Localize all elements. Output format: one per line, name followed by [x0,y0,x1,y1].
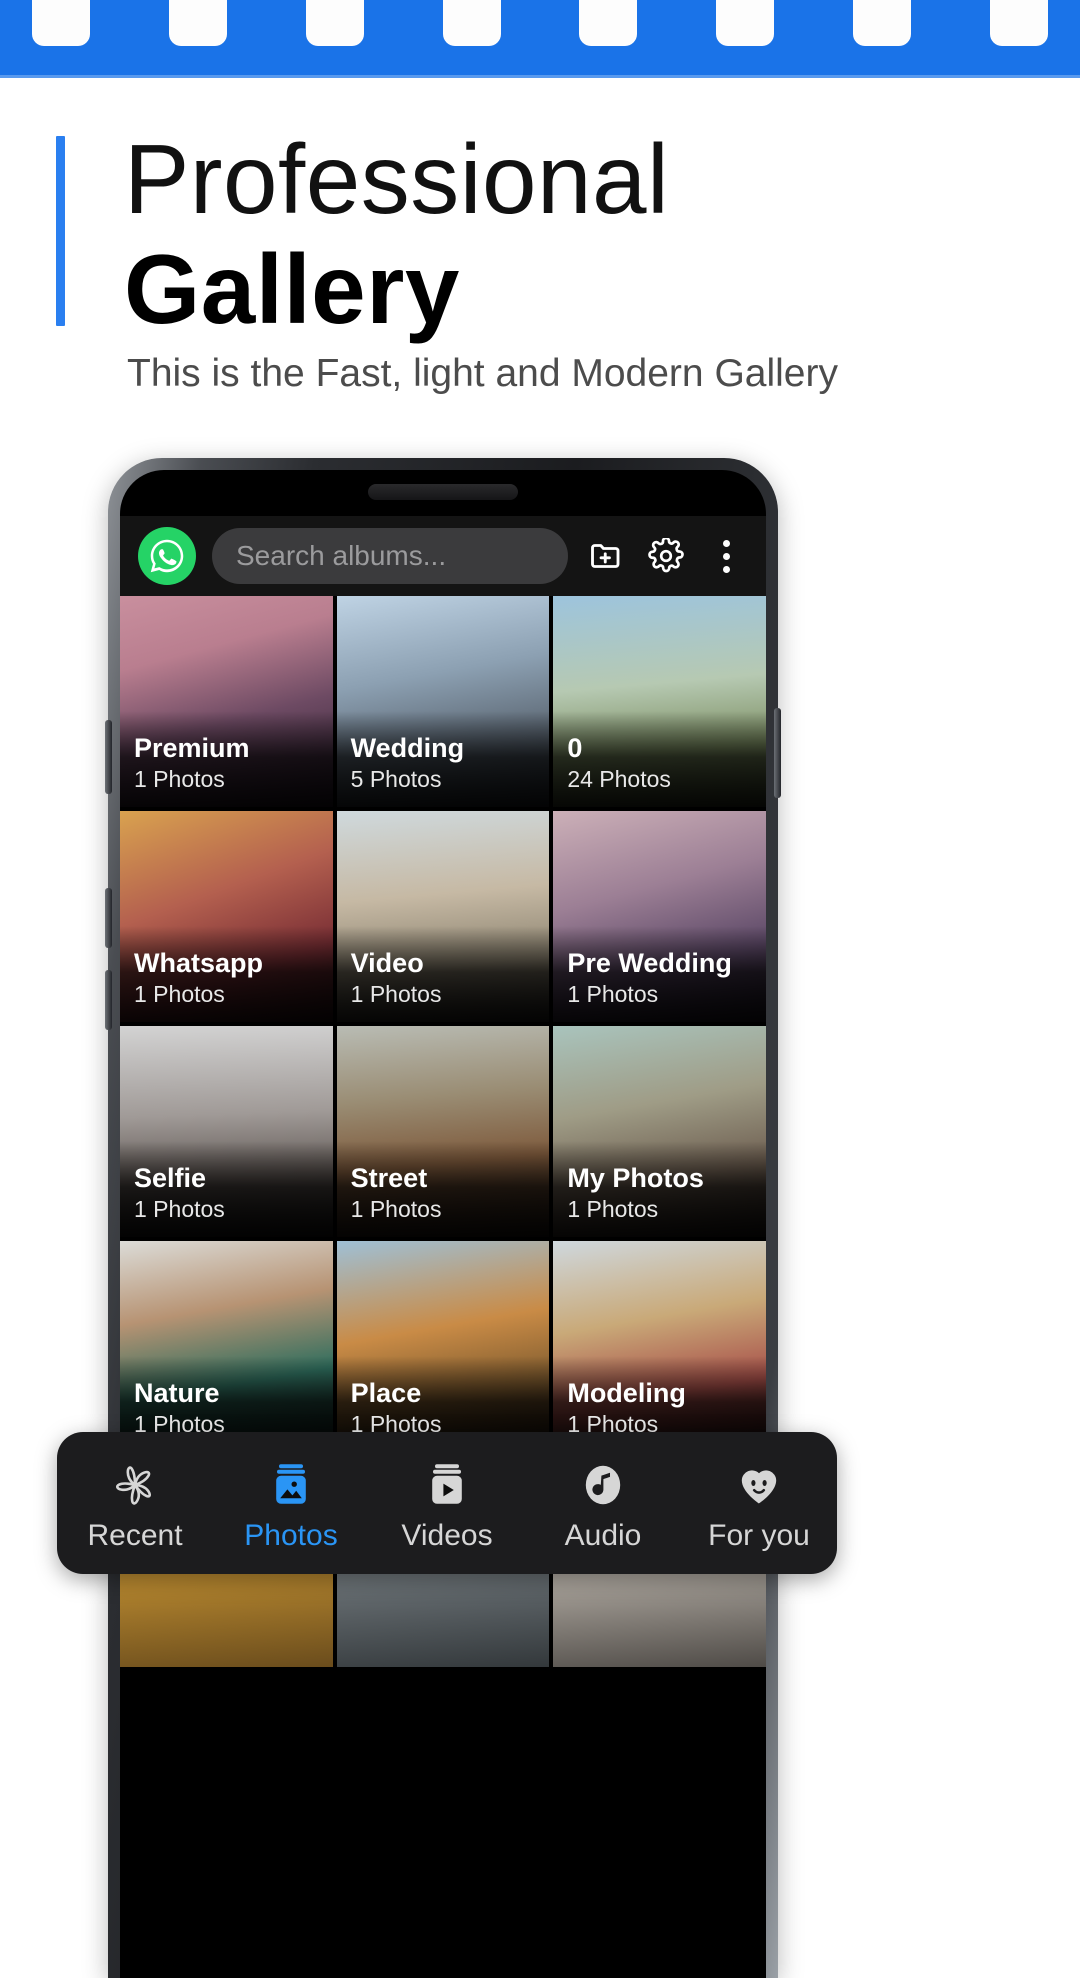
image-icon [267,1453,315,1509]
phone-button-left-volume-up[interactable] [105,720,112,794]
earpiece-speaker [368,484,518,500]
album-tile[interactable]: Wedding 5 Photos [336,596,550,807]
album-meta: Pre Wedding 1 Photos [567,948,732,1010]
album-photo-count: 1 Photos [350,1196,442,1223]
album-name: Selfie [134,1163,207,1194]
album-tile[interactable]: Modeling 1 Photos [553,1241,766,1452]
album-name: Modeling [567,1378,686,1409]
page-title-line2: Gallery [124,234,460,344]
album-tile[interactable]: 0 24 Photos [553,596,766,807]
album-photo-count: 1 Photos [567,1196,659,1223]
album-tile[interactable]: Nature 1 Photos [120,1241,333,1452]
phone-button-left-extra[interactable] [105,970,112,1030]
search-placeholder: Search albums... [236,540,447,571]
banner-bottom-edge [0,75,1080,78]
album-name: Whatsapp [134,948,264,979]
album-name: Nature [134,1378,220,1409]
nav-item-videos[interactable]: Videos [369,1453,525,1553]
album-meta: Nature 1 Photos [134,1378,225,1440]
nav-item-label: Recent [87,1519,183,1552]
nav-item-label: Audio [564,1519,642,1552]
bottom-navigation-bar: Recent Photos Videos Audio For you [57,1432,837,1574]
album-tile[interactable]: Premium 1 Photos [120,596,333,807]
album-photo-count: 24 Photos [567,766,671,793]
album-meta: Video 1 Photos [351,948,442,1010]
album-tile[interactable]: My Photos 1 Photos [553,1026,766,1237]
kebab-dot [722,552,730,560]
nav-item-for-you[interactable]: For you [681,1453,837,1553]
perforation [442,0,501,46]
phone-button-right-power[interactable] [774,708,781,798]
album-photo-count: 5 Photos [350,766,442,793]
more-options-icon[interactable] [704,534,748,578]
screen-bottom-edge [120,1966,766,1978]
album-photo-count: 1 Photos [567,981,659,1008]
album-tile[interactable]: Video 1 Photos [336,811,550,1022]
album-name: Place [350,1378,422,1409]
album-tile[interactable]: Place 1 Photos [336,1241,550,1452]
film-strip-banner [0,0,1080,78]
album-name: 0 [567,733,583,764]
album-name: Premium [134,733,250,764]
perforation [716,0,775,46]
perforation [579,0,638,46]
album-name: Pre Wedding [567,948,732,979]
accent-bar [56,136,65,326]
phone-button-left-volume-down[interactable] [105,888,112,948]
nav-item-label: Videos [401,1519,493,1552]
album-tile[interactable]: Whatsapp 1 Photos [120,811,333,1022]
whatsapp-icon[interactable] [138,527,196,585]
kebab-dots [711,539,741,573]
flower-icon [111,1453,159,1509]
album-meta: Premium 1 Photos [134,733,250,795]
add-folder-icon[interactable] [584,534,628,578]
nav-item-photos[interactable]: Photos [213,1453,369,1553]
album-tile[interactable]: Street 1 Photos [336,1026,550,1237]
perforation [305,0,364,46]
album-meta: 0 24 Photos [567,733,671,795]
kebab-dot [722,565,730,573]
perforation [989,0,1048,46]
phone-mockup: Search albums... Premium 1 Photos Weddin… [105,458,781,1978]
perforation-row [0,0,1080,46]
kebab-dot [722,539,730,547]
headline-block: Professional Gallery [0,124,1080,358]
app-toolbar: Search albums... [120,516,766,596]
heart-face-icon [735,1453,783,1509]
album-photo-count: 1 Photos [350,981,442,1008]
video-icon [423,1453,471,1509]
album-grid: Premium 1 Photos Wedding 5 Photos 0 24 Photos… [120,596,766,1978]
album-meta: Wedding 5 Photos [351,733,464,795]
album-name: Video [350,948,424,979]
album-meta: Modeling 1 Photos [567,1378,685,1440]
album-tile[interactable]: Selfie 1 Photos [120,1026,333,1237]
nav-item-label: For you [708,1519,810,1552]
perforation [168,0,227,46]
album-photo-count: 1 Photos [134,1196,225,1223]
album-meta: Selfie 1 Photos [134,1163,225,1225]
music-icon [579,1453,627,1509]
album-meta: Street 1 Photos [351,1163,442,1225]
phone-screen: Search albums... Premium 1 Photos Weddin… [120,470,766,1978]
album-name: Street [350,1163,428,1194]
page-title-line1: Professional [124,124,670,234]
album-name: Wedding [350,733,465,764]
album-photo-count: 1 Photos [134,766,225,793]
search-input[interactable]: Search albums... [212,528,568,584]
page-subtitle: This is the Fast, light and Modern Galle… [127,352,838,395]
album-name: My Photos [567,1163,704,1194]
nav-item-recent[interactable]: Recent [57,1453,213,1553]
album-tile[interactable]: Pre Wedding 1 Photos [553,811,766,1022]
nav-item-audio[interactable]: Audio [525,1453,681,1553]
perforation [32,0,90,46]
gear-icon[interactable] [644,534,688,578]
album-meta: Place 1 Photos [351,1378,442,1440]
nav-item-label: Photos [244,1519,338,1552]
perforation [853,0,912,46]
album-photo-count: 1 Photos [134,981,225,1008]
album-meta: Whatsapp 1 Photos [134,948,263,1010]
album-meta: My Photos 1 Photos [567,1163,704,1225]
